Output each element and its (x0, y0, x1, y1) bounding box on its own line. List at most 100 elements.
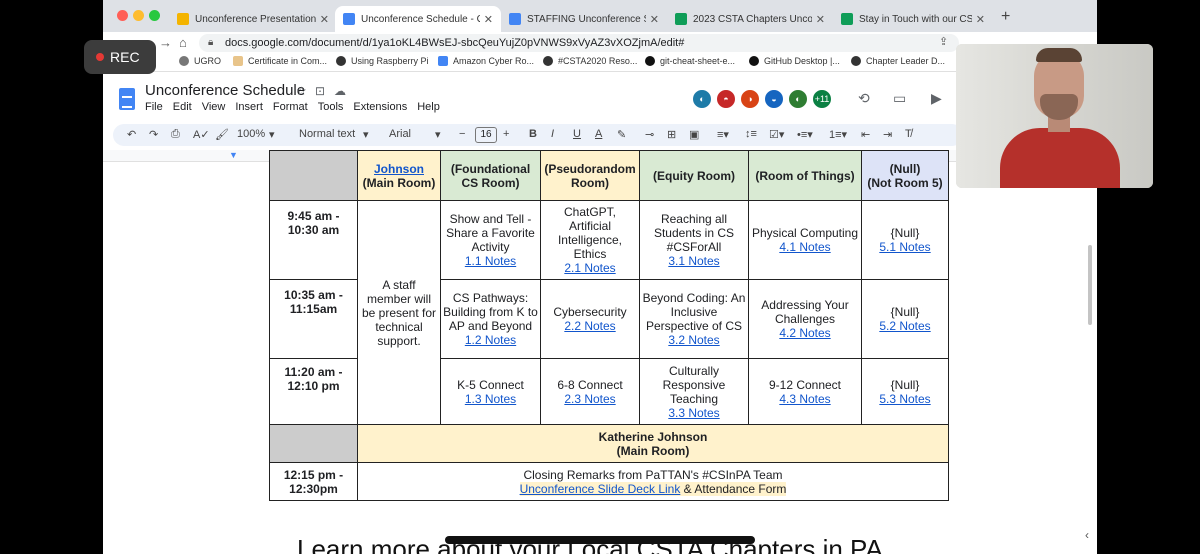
notes-link[interactable]: 4.3 Notes (751, 392, 859, 406)
home-icon[interactable]: ⌂ (179, 35, 187, 50)
bookmark-item[interactable]: #CSTA2020 Reso... (543, 56, 637, 66)
notes-link[interactable]: 1.3 Notes (443, 392, 538, 406)
bookmark-item[interactable]: Certificate in Com... (233, 56, 327, 66)
text-color-icon[interactable]: A (595, 128, 602, 140)
notes-link[interactable]: 3.1 Notes (642, 254, 746, 268)
notes-link[interactable]: 1.1 Notes (443, 254, 538, 268)
notes-link[interactable]: 4.2 Notes (751, 326, 859, 340)
horizontal-scrollbar[interactable] (445, 536, 755, 544)
close-tab-icon[interactable]: ✕ (484, 13, 493, 26)
collaborator-avatar[interactable]: ◐ (691, 88, 713, 110)
notes-link[interactable]: 5.1 Notes (864, 240, 946, 254)
more-collaborators-badge[interactable]: +11 (811, 88, 833, 110)
chevron-left-icon[interactable]: ‹ (1085, 528, 1089, 542)
address-row: ← → ⌂ 🔒︎ docs.google.com/document/d/1ya1… (103, 32, 1097, 54)
spellcheck-icon[interactable]: A✓ (193, 128, 210, 141)
menu-file[interactable]: File (145, 101, 163, 113)
notes-link[interactable]: 5.3 Notes (864, 392, 946, 406)
close-tab-icon[interactable]: ✕ (816, 13, 825, 26)
document-title[interactable]: Unconference Schedule (145, 82, 305, 99)
menu-view[interactable]: View (202, 101, 226, 113)
collaborator-avatar[interactable]: ◑ (739, 88, 761, 110)
notes-link[interactable]: 4.1 Notes (751, 240, 859, 254)
bookmark-item[interactable]: GitHub Desktop |... (749, 56, 840, 66)
session-cell: Show and Tell - Share a Favorite Activit… (440, 200, 541, 280)
browser-tab-2[interactable]: Unconference Schedule - Goog ✕ (335, 6, 501, 32)
notes-link[interactable]: 1.2 Notes (443, 333, 538, 347)
vertical-scrollbar[interactable] (1088, 245, 1092, 325)
increase-font-size-icon[interactable]: + (503, 128, 509, 140)
increase-indent-icon[interactable]: ⇥ (883, 128, 892, 141)
closing-cell: Closing Remarks from PaTTAN's #CSInPA Te… (357, 462, 949, 501)
room-name[interactable]: Johnson (360, 162, 438, 176)
document-page: Johnson (Main Room) (Foundational CS Roo… (103, 150, 1097, 554)
browser-tab-3[interactable]: STAFFING Unconference Sche ✕ (501, 6, 667, 32)
collaborator-avatar[interactable]: ◒ (763, 88, 785, 110)
docs-logo-icon[interactable] (119, 88, 135, 110)
paint-format-icon[interactable]: 🖌︎ (215, 128, 229, 141)
share-icon[interactable]: ⇪ (939, 35, 948, 48)
menu-help[interactable]: Help (417, 101, 440, 113)
move-folder-icon[interactable]: ⊡ (315, 84, 325, 98)
font-select[interactable]: Arial (389, 128, 411, 140)
history-icon[interactable]: ⟲ (858, 90, 870, 107)
notes-link[interactable]: 2.2 Notes (543, 319, 637, 333)
indent-marker-icon[interactable]: ▼ (229, 150, 238, 160)
collaborator-avatar[interactable]: ◓ (715, 88, 737, 110)
notes-link[interactable]: 3.2 Notes (642, 333, 746, 347)
numbered-list-icon[interactable]: 1≡▾ (829, 128, 847, 141)
menu-insert[interactable]: Insert (235, 101, 263, 113)
close-tab-icon[interactable]: ✕ (650, 13, 659, 26)
bookmark-item[interactable]: Chapter Leader D... (851, 56, 945, 66)
close-tab-icon[interactable]: ✕ (976, 13, 985, 26)
highlight-icon[interactable]: ✎ (617, 128, 626, 141)
collaborator-avatar[interactable]: ◐ (787, 88, 809, 110)
menu-tools[interactable]: Tools (318, 101, 344, 113)
bulleted-list-icon[interactable]: •≡▾ (797, 128, 813, 141)
bold-icon[interactable]: B (529, 128, 537, 140)
align-icon[interactable]: ≡▾ (717, 128, 729, 141)
decrease-font-size-icon[interactable]: − (459, 128, 465, 140)
print-icon[interactable]: ⎙ (171, 128, 180, 141)
close-tab-icon[interactable]: ✕ (320, 13, 329, 26)
bookmark-item[interactable]: Using Raspberry Pi (336, 56, 429, 66)
notes-link[interactable]: 2.3 Notes (543, 392, 637, 406)
url-bar[interactable]: 🔒︎ docs.google.com/document/d/1ya1oKL4BW… (199, 34, 959, 52)
bookmark-item[interactable]: Amazon Cyber Ro... (438, 56, 534, 66)
redo-icon[interactable]: ↷ (149, 128, 158, 141)
undo-icon[interactable]: ↶ (127, 128, 136, 141)
line-spacing-icon[interactable]: ↕≡ (745, 128, 757, 140)
session-cell: Culturally Responsive Teaching 3.3 Notes (639, 358, 749, 425)
browser-tab-5[interactable]: Stay in Touch with our CS Com ✕ (833, 6, 993, 32)
bookmark-item[interactable]: git-cheat-sheet-e... (645, 56, 735, 66)
notes-link[interactable]: 2.1 Notes (543, 261, 637, 275)
bookmark-item[interactable]: UGRO (179, 56, 221, 66)
meet-icon[interactable]: ▶ (931, 90, 942, 107)
menu-edit[interactable]: Edit (173, 101, 192, 113)
comment-icon[interactable]: ▭ (893, 90, 906, 107)
new-tab-icon[interactable]: + (1001, 8, 1010, 26)
menu-extensions[interactable]: Extensions (353, 101, 407, 113)
zoom-select[interactable]: 100% (237, 128, 265, 140)
style-select[interactable]: Normal text (299, 128, 355, 140)
italic-icon[interactable]: I (551, 128, 554, 140)
insert-image-icon[interactable]: ▣ (689, 128, 699, 141)
star-icon[interactable]: ☆ (296, 84, 307, 98)
minimize-window-button[interactable] (133, 10, 144, 21)
close-window-button[interactable] (117, 10, 128, 21)
browser-tab-1[interactable]: Unconference Presentation - G ✕ (169, 6, 337, 32)
forward-arrow-icon[interactable]: → (159, 35, 172, 50)
checklist-icon[interactable]: ☑▾ (769, 128, 784, 141)
link-icon[interactable]: ⊸ (645, 128, 654, 141)
clear-formatting-icon[interactable]: T̸ (905, 128, 912, 140)
notes-link[interactable]: 3.3 Notes (642, 406, 746, 420)
font-size-input[interactable]: 16 (475, 127, 497, 143)
zoom-window-button[interactable] (149, 10, 160, 21)
slide-deck-link[interactable]: Unconference Slide Deck Link (520, 482, 681, 496)
decrease-indent-icon[interactable]: ⇤ (861, 128, 870, 141)
add-comment-icon[interactable]: ⊞ (667, 128, 676, 141)
menu-format[interactable]: Format (273, 101, 308, 113)
browser-tab-4[interactable]: 2023 CSTA Chapters Unconfer ✕ (667, 6, 833, 32)
notes-link[interactable]: 5.2 Notes (864, 319, 946, 333)
underline-icon[interactable]: U (573, 128, 581, 140)
